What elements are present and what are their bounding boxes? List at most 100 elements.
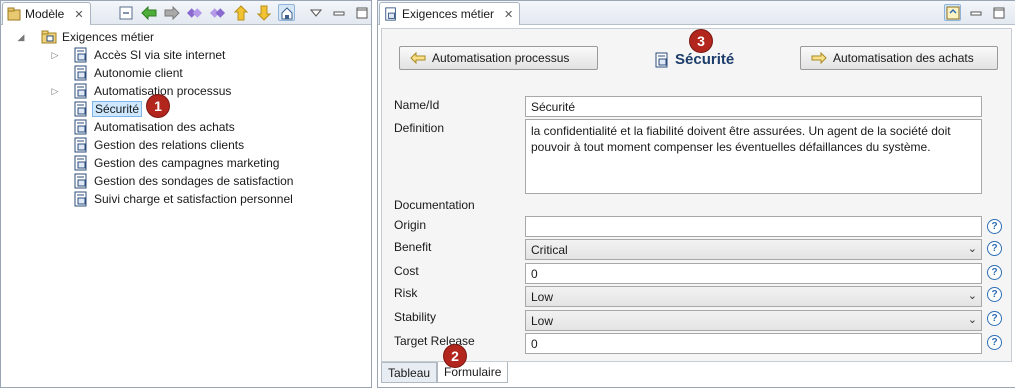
definition-field[interactable]: la confidentialité et la fiabilité doive… — [525, 119, 982, 194]
requirement-icon — [385, 7, 396, 21]
tab-modele-label: Modèle — [25, 7, 65, 21]
editor-bottom-tabs: Tableau Formulaire — [381, 362, 509, 384]
tree-root-label: Exigences métier — [62, 30, 155, 44]
previous-requirement-button[interactable]: Automatisation processus — [399, 46, 598, 70]
right-arrow-icon — [811, 52, 827, 64]
tab-tableau[interactable]: Tableau — [381, 362, 438, 383]
requirements-tree: ◢ Exigences métier ▷ Accès SI via site i… — [1, 26, 371, 387]
tab-modele[interactable]: Modèle ✕ — [2, 2, 91, 25]
form-title: Sécurité — [654, 51, 734, 68]
next-diamond-icon[interactable] — [209, 4, 226, 21]
requirement-icon — [74, 65, 87, 81]
tree-item-selected[interactable]: Sécurité — [49, 100, 143, 118]
callout-badge-3: 3 — [690, 30, 712, 52]
model-toolbar — [117, 4, 370, 21]
requirement-icon — [74, 137, 87, 153]
minimize-icon[interactable] — [330, 4, 347, 21]
model-view-header: Modèle ✕ — [1, 1, 371, 25]
cost-field[interactable]: 0 — [525, 263, 982, 284]
down-arrow-icon[interactable] — [255, 4, 272, 21]
requirements-editor: Exigences métier ✕ Automatisation proces… — [377, 0, 1015, 388]
stability-select[interactable]: Low ⌄ — [525, 310, 982, 331]
chevron-down-icon: ⌄ — [967, 314, 977, 326]
tree-item-label: Automatisation des achats — [94, 120, 235, 134]
requirement-icon — [74, 83, 87, 99]
tree-item-label: Gestion des campagnes marketing — [94, 156, 280, 170]
help-icon[interactable]: ? — [987, 335, 1002, 350]
help-icon[interactable]: ? — [987, 311, 1002, 326]
expanded-triangle-icon[interactable]: ◢ — [15, 32, 27, 43]
help-icon[interactable]: ? — [987, 265, 1002, 280]
editor-header: Exigences métier ✕ — [378, 1, 1015, 25]
requirement-icon — [74, 101, 87, 117]
help-icon[interactable]: ? — [987, 241, 1002, 256]
folder-icon — [41, 30, 57, 44]
tree-item[interactable]: ▷ Automatisation processus — [49, 82, 231, 100]
close-icon[interactable]: ✕ — [504, 8, 513, 21]
tab-exigences-label: Exigences métier — [402, 7, 495, 21]
tab-formulaire[interactable]: Formulaire — [437, 362, 509, 383]
risk-label: Risk — [394, 286, 418, 300]
view-menu-icon[interactable] — [307, 4, 324, 21]
tree-item[interactable]: Gestion des relations clients — [49, 136, 244, 154]
close-icon[interactable]: ✕ — [74, 8, 83, 21]
forward-arrow-icon[interactable] — [163, 4, 180, 21]
callout-badge-2: 2 — [444, 345, 466, 367]
collapsed-triangle-icon[interactable]: ▷ — [49, 50, 61, 61]
requirement-icon — [74, 155, 87, 171]
callout-badge-1: 1 — [147, 95, 169, 117]
chevron-down-icon: ⌄ — [967, 243, 977, 255]
risk-select[interactable]: Low ⌄ — [525, 286, 982, 307]
tree-item[interactable]: Gestion des sondages de satisfaction — [49, 172, 293, 190]
requirement-icon — [74, 47, 87, 63]
up-arrow-icon[interactable] — [232, 4, 249, 21]
tree-item-label: Suivi charge et satisfaction personnel — [94, 192, 293, 206]
tree-item[interactable]: Suivi charge et satisfaction personnel — [49, 190, 293, 208]
link-with-editor-icon[interactable] — [278, 4, 295, 21]
collapsed-triangle-icon[interactable]: ▷ — [49, 86, 61, 97]
collapse-all-icon[interactable] — [117, 4, 134, 21]
tree-root[interactable]: ◢ Exigences métier — [15, 28, 155, 46]
tab-exigences-metier[interactable]: Exigences métier ✕ — [379, 2, 521, 25]
model-icon — [7, 7, 21, 21]
chevron-down-icon: ⌄ — [967, 290, 977, 302]
back-arrow-icon[interactable] — [140, 4, 157, 21]
requirement-icon — [74, 119, 87, 135]
tree-item[interactable]: ▷ Accès SI via site internet — [49, 46, 225, 64]
sync-icon[interactable] — [944, 4, 961, 21]
next-requirement-button[interactable]: Automatisation des achats — [800, 46, 998, 70]
maximize-icon[interactable] — [353, 4, 370, 21]
form-title-text: Sécurité — [675, 51, 735, 68]
maximize-icon[interactable] — [990, 4, 1007, 21]
target-release-label: Target Release — [394, 334, 475, 348]
tree-item[interactable]: Automatisation des achats — [49, 118, 235, 136]
definition-label: Definition — [394, 121, 445, 135]
stability-value: Low — [531, 314, 554, 328]
tree-item[interactable]: Gestion des campagnes marketing — [49, 154, 279, 172]
tree-item-label: Autonomie client — [94, 66, 183, 80]
benefit-label: Benefit — [394, 240, 432, 254]
tree-item-label: Gestion des relations clients — [94, 138, 245, 152]
stability-label: Stability — [394, 310, 437, 324]
risk-value: Low — [531, 290, 554, 304]
documentation-label: Documentation — [394, 198, 475, 212]
editor-toolbar — [944, 4, 1007, 21]
requirement-icon — [655, 52, 668, 67]
tree-item[interactable]: Autonomie client — [49, 64, 183, 82]
benefit-select[interactable]: Critical ⌄ — [525, 239, 982, 260]
name-field[interactable]: Sécurité — [525, 96, 982, 117]
requirement-form: Automatisation processus Sécurité Automa… — [381, 28, 1012, 362]
origin-field[interactable] — [525, 216, 982, 237]
tree-item-label: Gestion des sondages de satisfaction — [94, 174, 294, 188]
name-label: Name/Id — [394, 98, 440, 112]
previous-diamond-icon[interactable] — [186, 4, 203, 21]
help-icon[interactable]: ? — [987, 287, 1002, 302]
model-view: Modèle ✕ ◢ Exigences métier ▷ Accès SI v… — [0, 0, 372, 388]
cost-label: Cost — [394, 264, 419, 278]
benefit-value: Critical — [531, 243, 568, 257]
minimize-icon[interactable] — [967, 4, 984, 21]
requirement-icon — [74, 173, 87, 189]
target-release-field[interactable]: 0 — [525, 333, 982, 354]
help-icon[interactable]: ? — [987, 219, 1002, 234]
tree-item-label: Accès SI via site internet — [94, 48, 226, 62]
